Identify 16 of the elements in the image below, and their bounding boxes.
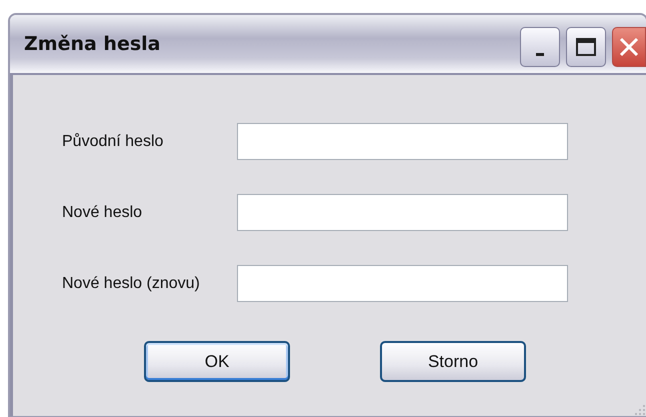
dialog-button[interactable]: OK — [144, 341, 290, 382]
minimize-icon — [536, 52, 544, 56]
minimize-button[interactable] — [520, 27, 560, 67]
password-field[interactable] — [237, 123, 568, 160]
resize-grip-icon — [632, 402, 646, 416]
password-field[interactable] — [237, 194, 568, 231]
window-title: Změna hesla — [24, 33, 160, 55]
field-label: Nové heslo (znovu) — [61, 274, 201, 292]
close-icon — [618, 36, 640, 58]
field-label: Původní heslo — [61, 132, 164, 150]
password-field[interactable] — [237, 265, 568, 302]
dialog-button[interactable]: Storno — [380, 341, 526, 382]
maximize-button[interactable] — [566, 27, 606, 67]
maximize-icon — [575, 37, 597, 57]
close-button[interactable] — [612, 27, 646, 67]
field-label: Nové heslo — [61, 204, 144, 222]
